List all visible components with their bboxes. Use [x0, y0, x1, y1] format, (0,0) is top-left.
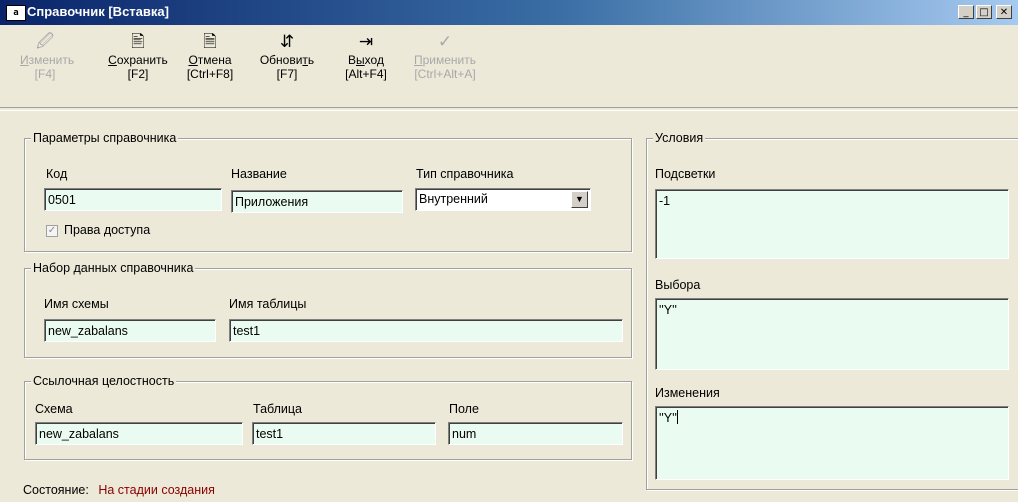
toolbar-divider: [0, 107, 1018, 111]
exit-icon: ⇥: [358, 32, 374, 52]
refresh-icon: ⇵: [279, 32, 295, 52]
refresh-label: Обновить: [259, 53, 315, 67]
select-condition-textarea[interactable]: ''Y'': [655, 298, 1009, 370]
table-name-label: Имя таблицы: [229, 297, 307, 311]
exit-button[interactable]: ⇥ Выход [Alt+F4]: [338, 31, 394, 81]
integrity-table-field[interactable]: test1: [252, 422, 436, 445]
exit-label: Выход: [348, 53, 384, 67]
close-icon: ✕: [999, 7, 1009, 18]
save-shortcut: [F2]: [127, 67, 149, 81]
conditions-group: Условия Подсветки -1 Выбора ''Y'' Измене…: [646, 131, 1018, 490]
integrity-table-label: Таблица: [253, 402, 303, 416]
access-checkbox[interactable]: ✓: [46, 225, 58, 237]
edit-shortcut: [F4]: [34, 67, 56, 81]
title-bar[interactable]: a Справочник [Вставка] _ □ ✕: [0, 0, 1018, 25]
integrity-group: Ссылочная целостность Схема new_zabalans…: [24, 374, 632, 460]
integrity-field-label: Поле: [449, 402, 479, 416]
cancel-label: Отмена: [188, 53, 232, 67]
change-condition-textarea[interactable]: ''Y'': [655, 406, 1009, 480]
type-label: Тип справочника: [416, 167, 514, 181]
check-icon: ✓: [47, 225, 57, 236]
integrity-schema-field[interactable]: new_zabalans: [35, 422, 243, 445]
integrity-legend: Ссылочная целостность: [31, 374, 177, 388]
cancel-icon: 🗎: [203, 32, 217, 52]
app-icon[interactable]: a: [6, 5, 26, 21]
apply-label: Применить: [413, 53, 476, 67]
save-icon: 🖹: [131, 32, 145, 52]
change-condition-label: Изменения: [655, 386, 720, 400]
dataset-legend: Набор данных справочника: [31, 261, 196, 275]
name-label: Название: [231, 167, 287, 181]
table-name-field[interactable]: test1: [229, 319, 623, 342]
status-bar: Состояние: На стадии создания: [23, 483, 215, 498]
save-label: Сохранить: [108, 53, 168, 67]
highlight-textarea[interactable]: -1: [655, 189, 1009, 259]
exit-shortcut: [Alt+F4]: [345, 67, 387, 81]
change-condition-value: ''Y'': [659, 411, 677, 425]
access-label: Права доступа: [64, 223, 151, 237]
integrity-schema-label: Схема: [35, 402, 73, 416]
type-select-value: Внутренний: [419, 192, 488, 206]
minimize-button[interactable]: _: [958, 5, 974, 19]
schema-name-label: Имя схемы: [44, 297, 109, 311]
status-value: На стадии создания: [98, 483, 215, 497]
params-legend: Параметры справочника: [31, 131, 179, 145]
apply-button[interactable]: ✓ Применить [Ctrl+Alt+A]: [402, 31, 488, 81]
refresh-button[interactable]: ⇵ Обновить [F7]: [255, 31, 319, 81]
cancel-shortcut: [Ctrl+F8]: [186, 67, 234, 81]
edit-button[interactable]: 🖉 Изменить [F4]: [20, 31, 74, 81]
minimize-icon: _: [963, 7, 969, 18]
toolbar: 🖉 Изменить [F4] 🖹 Сохранить [F2] 🗎 Отмен…: [0, 25, 1018, 107]
save-button[interactable]: 🖹 Сохранить [F2]: [103, 31, 173, 81]
window-title: Справочник [Вставка]: [27, 4, 169, 19]
checkmark-icon: ✓: [437, 32, 453, 52]
name-field[interactable]: Приложения: [231, 190, 403, 213]
text-caret: [676, 410, 678, 424]
close-button[interactable]: ✕: [996, 5, 1012, 19]
apply-shortcut: [Ctrl+Alt+A]: [414, 67, 476, 81]
chevron-down-icon[interactable]: ▼: [571, 191, 588, 208]
status-label: Состояние:: [23, 483, 89, 497]
refresh-shortcut: [F7]: [276, 67, 298, 81]
code-field[interactable]: 0501: [44, 188, 222, 211]
dataset-group: Набор данных справочника Имя схемы new_z…: [24, 261, 632, 358]
maximize-button[interactable]: □: [976, 5, 992, 19]
schema-name-field[interactable]: new_zabalans: [44, 319, 216, 342]
select-condition-label: Выбора: [655, 278, 701, 292]
highlight-label: Подсветки: [655, 167, 716, 181]
maximize-icon: □: [979, 7, 989, 18]
app-window: a Справочник [Вставка] _ □ ✕ 🖉 Изменить …: [0, 0, 1018, 502]
edit-icon: 🖉: [35, 32, 55, 52]
conditions-legend: Условия: [653, 131, 706, 145]
cancel-button[interactable]: 🗎 Отмена [Ctrl+F8]: [180, 31, 240, 81]
edit-label: Изменить: [20, 53, 75, 67]
code-label: Код: [46, 167, 68, 181]
type-select[interactable]: Внутренний ▼: [415, 188, 591, 211]
params-group: Параметры справочника Код 0501 Название …: [24, 131, 632, 252]
integrity-field-field[interactable]: num: [448, 422, 623, 445]
